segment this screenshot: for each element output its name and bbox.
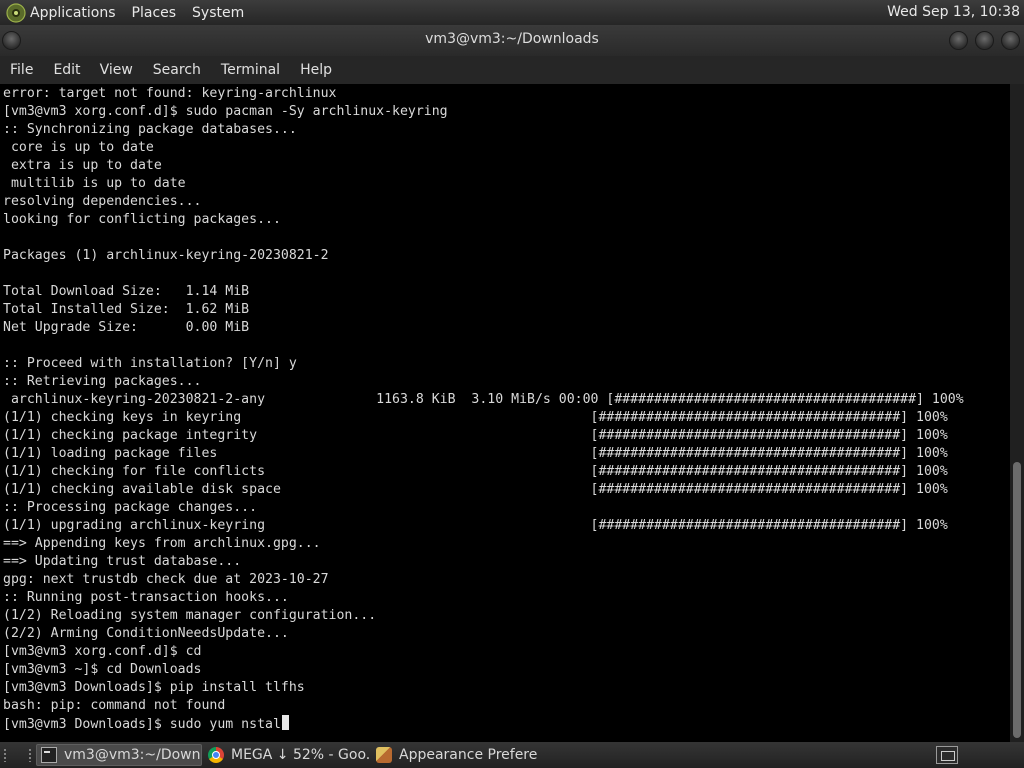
menu-view[interactable]: View (100, 62, 133, 78)
panel-handle-icon[interactable] (28, 748, 32, 762)
task-appearance[interactable]: Appearance Prefere... (372, 744, 538, 766)
menu-help[interactable]: Help (300, 62, 332, 78)
terminal-line: Total Installed Size: 1.62 MiB (3, 302, 250, 317)
terminal-line: :: Processing package changes... (3, 500, 258, 515)
terminal-text: error: target not found: keyring-archlin… (3, 85, 964, 734)
maximize-button[interactable] (975, 31, 994, 50)
task-terminal[interactable]: vm3@vm3:~/Downl... (36, 744, 202, 766)
gnome-foot-icon[interactable] (6, 2, 26, 23)
menu-search[interactable]: Search (153, 62, 201, 78)
text-cursor (281, 715, 289, 730)
terminal-line: gpg: next trustdb check due at 2023-10-2… (3, 572, 329, 587)
terminal-line: :: Proceed with installation? [Y/n] y (3, 356, 297, 371)
panel-clock[interactable]: Wed Sep 13, 10:38 (887, 4, 1020, 20)
task-chrome[interactable]: MEGA ↓ 52% - Goo... (204, 744, 370, 766)
scrollbar-thumb[interactable] (1013, 462, 1021, 738)
terminal-line: :: Retrieving packages... (3, 374, 202, 389)
terminal-line: :: Synchronizing package databases... (3, 122, 297, 137)
panel-handle-icon[interactable] (3, 748, 7, 762)
task-label: Appearance Prefere... (399, 747, 538, 763)
menu-file[interactable]: File (10, 62, 33, 78)
terminal-line: (1/1) loading package files [###########… (3, 446, 948, 461)
terminal-line: resolving dependencies... (3, 194, 202, 209)
terminal-icon (41, 747, 57, 763)
terminal-line: [vm3@vm3 ~]$ cd Downloads (3, 662, 202, 677)
terminal-line: [vm3@vm3 xorg.conf.d]$ sudo pacman -Sy a… (3, 104, 448, 119)
current-command-line[interactable]: [vm3@vm3 Downloads]$ sudo yum nstal (3, 717, 281, 732)
terminal-line: (1/1) checking keys in keyring [########… (3, 410, 948, 425)
terminal-line: looking for conflicting packages... (3, 212, 281, 227)
terminal-line: core is up to date (10, 140, 154, 155)
terminal-line: (1/1) checking available disk space [###… (3, 482, 948, 497)
bottom-taskbar: vm3@vm3:~/Downl... MEGA ↓ 52% - Goo... A… (0, 742, 1024, 768)
terminal-line: ==> Updating trust database... (3, 554, 242, 569)
terminal-line: [vm3@vm3 Downloads]$ pip install tlfhs (3, 680, 305, 695)
terminal-line: extra is up to date (10, 158, 162, 173)
terminal-output[interactable]: error: target not found: keyring-archlin… (0, 84, 1010, 742)
terminal-line: (1/1) checking package integrity [######… (3, 428, 948, 443)
task-label: vm3@vm3:~/Downl... (64, 747, 201, 763)
menu-edit[interactable]: Edit (53, 62, 80, 78)
window-title: vm3@vm3:~/Downloads (425, 31, 599, 47)
terminal-line: :: Running post-transaction hooks... (3, 590, 289, 605)
close-button[interactable] (1001, 31, 1020, 50)
system-menu[interactable]: System (192, 5, 244, 21)
terminal-line: multilib is up to date (10, 176, 186, 191)
terminal-line: Packages (1) archlinux-keyring-20230821-… (3, 248, 329, 263)
terminal-line: Total Download Size: 1.14 MiB (3, 284, 250, 299)
applications-menu[interactable]: Applications (30, 5, 116, 21)
appearance-icon (376, 747, 392, 763)
terminal-line: (1/2) Reloading system manager configura… (3, 608, 377, 623)
terminal-line: archlinux-keyring-20230821-2-any 1163.8 … (10, 392, 964, 407)
terminal-line: ==> Appending keys from archlinux.gpg... (3, 536, 321, 551)
window-titlebar[interactable]: vm3@vm3:~/Downloads (0, 25, 1024, 56)
terminal-line: [vm3@vm3 xorg.conf.d]$ cd (3, 644, 202, 659)
terminal-line: (1/1) checking for file conflicts [#####… (3, 464, 948, 479)
terminal-menubar: File Edit View Search Terminal Help (0, 56, 1024, 84)
terminal-scrollbar[interactable] (1010, 84, 1024, 742)
task-label: MEGA ↓ 52% - Goo... (231, 747, 370, 763)
terminal-line: (2/2) Arming ConditionNeedsUpdate... (3, 626, 289, 641)
top-panel: Applications Places System Wed Sep 13, 1… (0, 0, 1024, 25)
places-menu[interactable]: Places (132, 5, 177, 21)
terminal-line: bash: pip: command not found (3, 698, 226, 713)
show-desktop-icon[interactable] (936, 746, 958, 764)
terminal-history: error: target not found: keyring-archlin… (3, 86, 964, 713)
terminal-line: error: target not found: keyring-archlin… (3, 86, 337, 101)
terminal-line: Net Upgrade Size: 0.00 MiB (3, 320, 250, 335)
minimize-button[interactable] (949, 31, 968, 50)
terminal-line: (1/1) upgrading archlinux-keyring [#####… (3, 518, 948, 533)
chrome-icon (208, 747, 224, 763)
menu-terminal[interactable]: Terminal (221, 62, 280, 78)
